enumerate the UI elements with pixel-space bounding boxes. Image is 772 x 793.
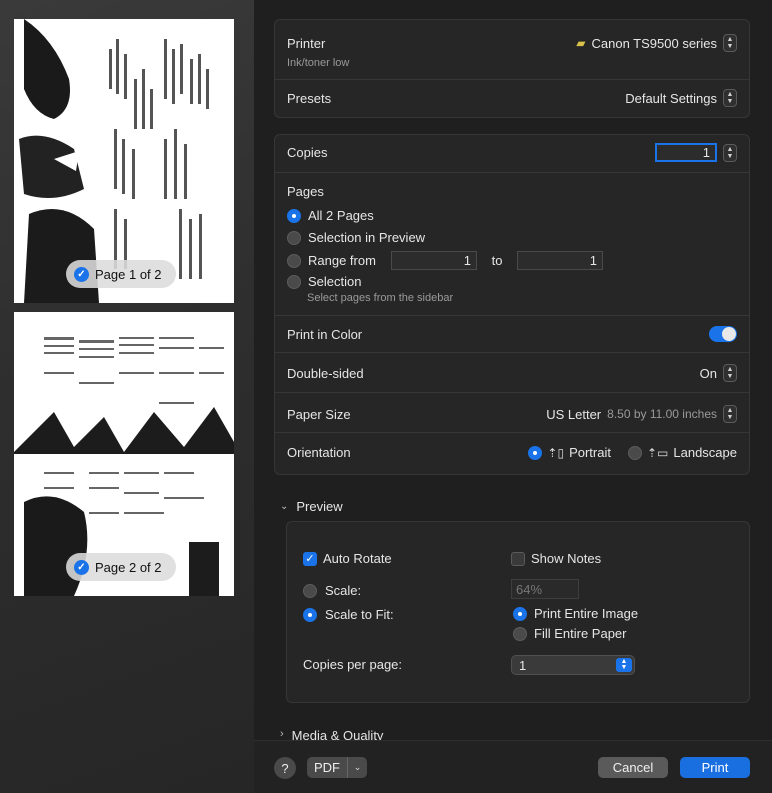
print-entire-image-label: Print Entire Image bbox=[534, 606, 639, 621]
orientation-portrait-label: Portrait bbox=[569, 445, 611, 460]
print-in-color-label: Print in Color bbox=[287, 326, 363, 342]
paper-size-label: Paper Size bbox=[287, 406, 351, 422]
printer-value: Canon TS9500 series bbox=[591, 35, 717, 51]
updown-chevron-icon: ▲ ▼ bbox=[723, 364, 737, 382]
print-button[interactable]: Print bbox=[680, 757, 750, 778]
range-end-input[interactable]: 1 bbox=[517, 251, 603, 270]
presets-label: Presets bbox=[287, 90, 332, 106]
print-entire-image-radio[interactable] bbox=[513, 606, 527, 621]
portrait-icon: ⇡▯ bbox=[547, 445, 565, 460]
landscape-icon: ⇡▭ bbox=[646, 445, 669, 460]
orientation-landscape-label: Landscape bbox=[673, 445, 737, 460]
page-sidebar: ✓ Page 1 of 2 ✓ Page 2 of 2 bbox=[0, 0, 254, 793]
help-button[interactable]: ? bbox=[274, 757, 296, 779]
page-2-selected-chip[interactable]: ✓ Page 2 of 2 bbox=[66, 553, 176, 581]
footer-bar: ? PDF ⌄ Cancel Print bbox=[254, 740, 772, 793]
pdf-menu-button[interactable]: PDF ⌄ bbox=[307, 757, 367, 778]
cancel-button[interactable]: Cancel bbox=[598, 757, 668, 778]
fill-entire-paper-radio[interactable] bbox=[513, 626, 527, 641]
copies-per-page-value: 1 bbox=[519, 657, 527, 673]
scale-radio[interactable] bbox=[303, 583, 317, 598]
auto-rotate-checkbox[interactable]: ✓ bbox=[303, 551, 317, 566]
presets-select[interactable]: Default Settings ▲ ▼ bbox=[625, 89, 737, 107]
printer-icon: ▰ bbox=[576, 36, 586, 50]
show-notes-checkbox[interactable] bbox=[511, 551, 525, 566]
page-2-chip-label: Page 2 of 2 bbox=[95, 559, 162, 575]
printer-label: Printer bbox=[287, 35, 326, 51]
chevron-down-icon: ⌄ bbox=[347, 757, 367, 778]
preview-group: ✓ Auto Rotate Show Notes Scale: 64% Scal… bbox=[286, 521, 750, 703]
orientation-label: Orientation bbox=[287, 445, 351, 460]
updown-chevron-icon: ▲ ▼ bbox=[723, 89, 737, 107]
presets-value: Default Settings bbox=[625, 90, 717, 106]
print-in-color-toggle[interactable] bbox=[709, 326, 737, 342]
chevron-down-icon: ⌄ bbox=[280, 501, 289, 512]
updown-chevron-icon: ▲ ▼ bbox=[723, 405, 737, 423]
paper-size-dimensions: 8.50 by 11.00 inches bbox=[607, 407, 717, 421]
show-notes-label: Show Notes bbox=[531, 551, 602, 566]
printer-select[interactable]: ▰ Canon TS9500 series ▲ ▼ bbox=[576, 34, 737, 52]
media-quality-title: Media & Quality bbox=[291, 728, 384, 740]
pages-selection-hint: Select pages from the sidebar bbox=[307, 292, 454, 304]
scale-to-fit-label: Scale to Fit: bbox=[325, 607, 394, 622]
printer-group: Printer ▰ Canon TS9500 series ▲ ▼ Ink/ton… bbox=[274, 19, 750, 118]
orientation-portrait-radio[interactable] bbox=[528, 445, 543, 460]
checkmark-icon: ✓ bbox=[74, 559, 89, 575]
page-1-chip-label: Page 1 of 2 bbox=[95, 266, 162, 282]
pages-range-radio[interactable] bbox=[287, 253, 301, 268]
pages-selection-label: Selection bbox=[308, 274, 362, 289]
updown-chevron-icon: ▲ ▼ bbox=[723, 34, 737, 52]
pages-selection-preview-label: Selection in Preview bbox=[308, 230, 426, 245]
media-quality-section-toggle[interactable]: › Media & Quality bbox=[280, 728, 750, 740]
pages-selection-radio[interactable] bbox=[287, 274, 301, 289]
pages-range-from-label: Range from bbox=[308, 253, 376, 268]
chevron-right-icon: › bbox=[280, 728, 284, 740]
copies-input[interactable]: 1 bbox=[655, 143, 717, 162]
range-start-input[interactable]: 1 bbox=[391, 251, 477, 270]
print-settings-panel: Printer ▰ Canon TS9500 series ▲ ▼ Ink/ton… bbox=[254, 0, 772, 793]
paper-size-select[interactable]: US Letter 8.50 by 11.00 inches ▲ ▼ bbox=[546, 405, 737, 423]
updown-chevron-icon: ▲ ▼ bbox=[616, 658, 632, 672]
pages-all-radio[interactable] bbox=[287, 208, 301, 223]
copies-label: Copies bbox=[287, 145, 328, 160]
scale-input[interactable]: 64% bbox=[511, 579, 579, 599]
pages-label: Pages bbox=[287, 184, 324, 199]
orientation-landscape-radio[interactable] bbox=[627, 445, 642, 460]
double-sided-value: On bbox=[699, 365, 717, 381]
printer-status: Ink/toner low bbox=[287, 57, 350, 69]
preview-section-toggle[interactable]: ⌄ Preview bbox=[280, 499, 343, 514]
paper-size-value: US Letter bbox=[546, 406, 602, 422]
pages-selection-preview-radio[interactable] bbox=[287, 230, 301, 245]
checkmark-icon: ✓ bbox=[74, 266, 89, 282]
copies-per-page-select[interactable]: 1 ▲ ▼ bbox=[511, 655, 635, 675]
double-sided-select[interactable]: On ▲ ▼ bbox=[700, 364, 737, 382]
scale-to-fit-radio[interactable] bbox=[303, 607, 317, 622]
print-options-group: Copies 1 ▲ ▼ Pages All 2 Pages Selection … bbox=[274, 134, 750, 475]
preview-section-title: Preview bbox=[296, 499, 343, 514]
pages-range-to-label: to bbox=[491, 253, 503, 268]
auto-rotate-label: Auto Rotate bbox=[323, 551, 392, 566]
page-1-selected-chip[interactable]: ✓ Page 1 of 2 bbox=[66, 260, 176, 288]
copies-stepper[interactable]: ▲ ▼ bbox=[723, 143, 737, 162]
scale-label: Scale: bbox=[325, 583, 362, 598]
double-sided-label: Double-sided bbox=[287, 365, 364, 381]
fill-entire-paper-label: Fill Entire Paper bbox=[534, 626, 627, 641]
pages-all-label: All 2 Pages bbox=[308, 208, 374, 223]
copies-per-page-label: Copies per page: bbox=[303, 657, 403, 672]
pdf-label: PDF bbox=[314, 760, 340, 775]
